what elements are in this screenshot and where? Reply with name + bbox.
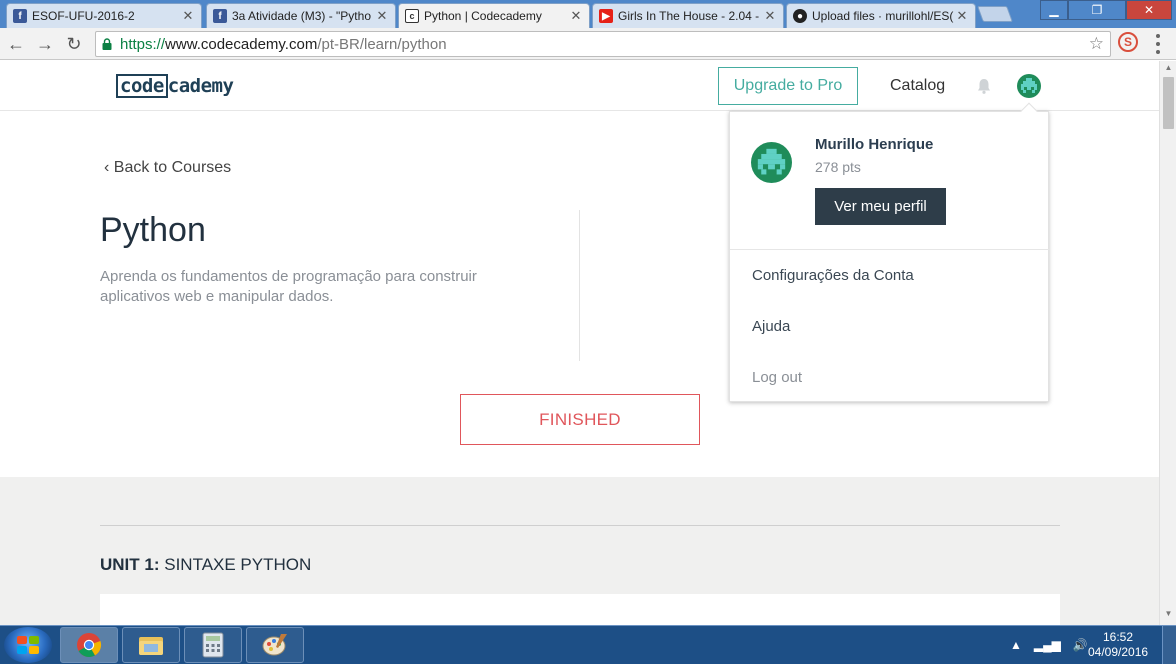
browser-tab[interactable]: f 3a Atividade (M3) - "Pytho ✕ xyxy=(206,3,396,28)
browser-tab-strip: f ESOF-UFU-2016-2 ✕ f 3a Atividade (M3) … xyxy=(0,0,1176,28)
site-header: code cademy Upgrade to Pro Catalog xyxy=(0,61,1159,111)
browser-tab[interactable]: f ESOF-UFU-2016-2 ✕ xyxy=(6,3,202,28)
taskbar-paint[interactable] xyxy=(246,627,304,663)
close-tab-icon[interactable]: ✕ xyxy=(955,8,969,24)
menu-item-log-out[interactable]: Log out xyxy=(752,369,802,386)
calculator-icon xyxy=(202,632,224,658)
unit-card[interactable] xyxy=(100,594,1060,625)
scroll-up-arrow-icon[interactable]: ▲ xyxy=(1160,63,1176,77)
chevron-left-icon: ‹ xyxy=(104,159,114,176)
chrome-menu-icon[interactable] xyxy=(1150,34,1166,54)
back-to-courses-link[interactable]: ‹ Back to Courses xyxy=(104,159,231,177)
menu-item-help[interactable]: Ajuda xyxy=(752,318,790,335)
space-invader-icon xyxy=(1021,78,1037,93)
finished-status-button[interactable]: FINISHED xyxy=(460,394,700,445)
tab-title: 3a Atividade (M3) - "Pytho xyxy=(232,9,371,23)
reload-icon[interactable]: ↻ xyxy=(62,32,86,56)
folder-icon xyxy=(139,637,163,655)
browser-tab-active[interactable]: c Python | Codecademy ✕ xyxy=(398,3,590,28)
bookmark-star-icon[interactable]: ☆ xyxy=(1089,34,1104,54)
taskbar-clock[interactable]: 16:52 04/09/2016 xyxy=(1088,630,1148,660)
space-invader-icon xyxy=(757,148,786,175)
start-button[interactable] xyxy=(4,627,52,663)
syllabus-section: UNIT 1: SINTAXE PYTHON xyxy=(0,477,1159,625)
browser-tab[interactable]: ▶ Girls In The House - 2.04 - ✕ xyxy=(592,3,784,28)
show-hidden-icons-icon[interactable]: ▲ xyxy=(1010,638,1022,652)
system-tray: ▲ ▂▄▆ 🔊 xyxy=(1010,630,1100,660)
windows-logo-icon xyxy=(17,636,39,654)
page-viewport: code cademy Upgrade to Pro Catalog ‹ Back… xyxy=(0,61,1159,625)
forward-arrow-icon[interactable]: → xyxy=(33,32,57,56)
tab-title: ESOF-UFU-2016-2 xyxy=(32,9,135,23)
codecademy-logo[interactable]: code cademy xyxy=(116,74,234,98)
close-tab-icon[interactable]: ✕ xyxy=(763,8,777,24)
taskbar-file-explorer[interactable] xyxy=(122,627,180,663)
vertical-divider xyxy=(579,210,580,361)
scrollbar-thumb[interactable] xyxy=(1163,77,1174,129)
taskbar-chrome[interactable] xyxy=(60,627,118,663)
taskbar-calculator[interactable] xyxy=(184,627,242,663)
page-scrollbar[interactable]: ▲ ▼ xyxy=(1159,61,1176,625)
section-divider xyxy=(100,525,1060,526)
course-title: Python xyxy=(100,211,206,249)
profile-points: 278 pts xyxy=(815,159,861,175)
facebook-icon: f xyxy=(213,9,227,23)
tab-title: Girls In The House - 2.04 - xyxy=(618,9,760,23)
close-tab-icon[interactable]: ✕ xyxy=(181,8,195,24)
minimize-window-icon[interactable]: ▁ xyxy=(1040,0,1068,20)
menu-item-account-settings[interactable]: Configurações da Conta xyxy=(752,267,914,284)
browser-toolbar: ← → ↻ https://www.codecademy.com/pt-BR/l… xyxy=(0,28,1176,60)
browser-tab[interactable]: ● Upload files · murillohl/ES( ✕ xyxy=(786,3,976,28)
network-signal-icon[interactable]: ▂▄▆ xyxy=(1034,638,1061,652)
dropdown-divider xyxy=(730,249,1050,250)
extension-icon[interactable]: S xyxy=(1118,32,1138,52)
windows-taskbar: ▲ ▂▄▆ 🔊 16:52 04/09/2016 xyxy=(0,625,1176,664)
tab-title: Upload files · murillohl/ES( xyxy=(812,9,954,23)
view-profile-button[interactable]: Ver meu perfil xyxy=(815,188,946,225)
scroll-down-arrow-icon[interactable]: ▼ xyxy=(1160,609,1176,623)
paint-palette-icon xyxy=(262,634,287,656)
close-tab-icon[interactable]: ✕ xyxy=(569,8,583,24)
course-description: Aprenda os fundamentos de programação pa… xyxy=(100,268,477,305)
profile-avatar xyxy=(751,142,792,183)
profile-dropdown-menu: Murillo Henrique 278 pts Ver meu perfil … xyxy=(729,102,1050,402)
close-tab-icon[interactable]: ✕ xyxy=(375,8,389,24)
volume-icon[interactable]: 🔊 xyxy=(1073,638,1088,652)
lock-icon xyxy=(102,38,112,50)
youtube-icon: ▶ xyxy=(599,9,613,23)
catalog-link[interactable]: Catalog xyxy=(890,77,945,95)
profile-name: Murillo Henrique xyxy=(815,136,934,153)
upgrade-to-pro-button[interactable]: Upgrade to Pro xyxy=(718,67,858,105)
show-desktop-button[interactable] xyxy=(1162,626,1176,664)
facebook-icon: f xyxy=(13,9,27,23)
tab-title: Python | Codecademy xyxy=(424,9,542,23)
restore-window-icon[interactable]: ❐ xyxy=(1068,0,1126,20)
codecademy-icon: c xyxy=(405,9,419,23)
chrome-icon xyxy=(77,633,102,658)
notification-bell-icon[interactable] xyxy=(975,77,993,95)
new-tab-button[interactable] xyxy=(977,6,1013,22)
close-window-icon[interactable]: ✕ xyxy=(1126,0,1172,20)
url-text: https://www.codecademy.com/pt-BR/learn/p… xyxy=(120,36,447,53)
address-bar[interactable]: https://www.codecademy.com/pt-BR/learn/p… xyxy=(95,31,1111,57)
back-arrow-icon[interactable]: ← xyxy=(4,32,28,56)
unit-heading: UNIT 1: SINTAXE PYTHON xyxy=(100,555,312,574)
github-icon: ● xyxy=(793,9,807,23)
user-avatar[interactable] xyxy=(1017,74,1041,98)
